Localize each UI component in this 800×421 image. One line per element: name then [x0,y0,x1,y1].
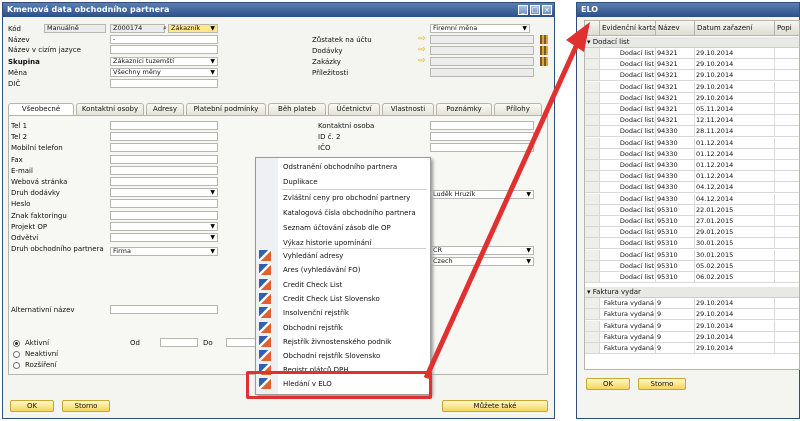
arrow-shaft [423,40,581,380]
annotation-arrow [423,22,590,380]
arrow-head [566,22,590,52]
